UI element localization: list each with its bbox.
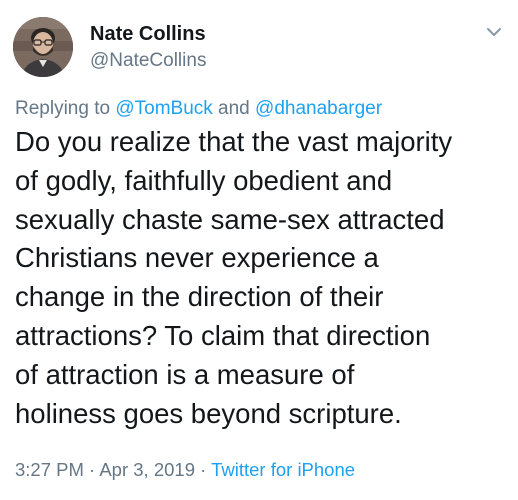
tweet-date[interactable]: Apr 3, 2019 xyxy=(99,459,195,480)
display-name[interactable]: Nate Collins xyxy=(90,22,206,46)
tweet-text-line: Christians never experience a xyxy=(15,242,379,274)
profile-photo xyxy=(13,17,73,77)
replying-to-label: Replying to xyxy=(15,98,116,119)
tweet-text-line: change in the direction of their xyxy=(15,281,384,313)
meta-separator: · xyxy=(83,459,100,480)
tweet-text-line: of godly, faithfully obedient and xyxy=(15,164,393,196)
tweet-metadata: 3:27 PM · Apr 3, 2019 · Twitter for iPho… xyxy=(15,458,355,482)
tweet-source-link[interactable]: Twitter for iPhone xyxy=(211,459,355,480)
tweet-text-line: attractions? To claim that direction xyxy=(15,319,431,351)
tweet-card: Nate Collins @NateCollins Replying to @T… xyxy=(0,0,518,500)
chevron-down-icon[interactable] xyxy=(484,24,504,40)
meta-separator: · xyxy=(194,459,212,480)
avatar[interactable] xyxy=(13,17,73,77)
tweet-time[interactable]: 3:27 PM xyxy=(15,459,84,480)
user-handle[interactable]: @NateCollins xyxy=(90,49,206,73)
replying-to: Replying to @TomBuck and @dhanabarger xyxy=(15,97,382,121)
tweet-text: Do you realize that the vast majority of… xyxy=(15,123,510,433)
mention-link-tombuck[interactable]: @TomBuck xyxy=(115,98,212,119)
tweet-text-line: Do you realize that the vast majority xyxy=(15,126,453,157)
replying-to-joiner: and xyxy=(212,98,256,119)
tweet-text-line: of attraction is a measure of xyxy=(15,358,355,390)
mention-link-dhanabarger[interactable]: @dhanabarger xyxy=(255,98,382,119)
tweet-text-line: holiness goes beyond scripture. xyxy=(15,397,402,429)
tweet-text-line: sexually chaste same-sex attracted xyxy=(15,203,445,235)
